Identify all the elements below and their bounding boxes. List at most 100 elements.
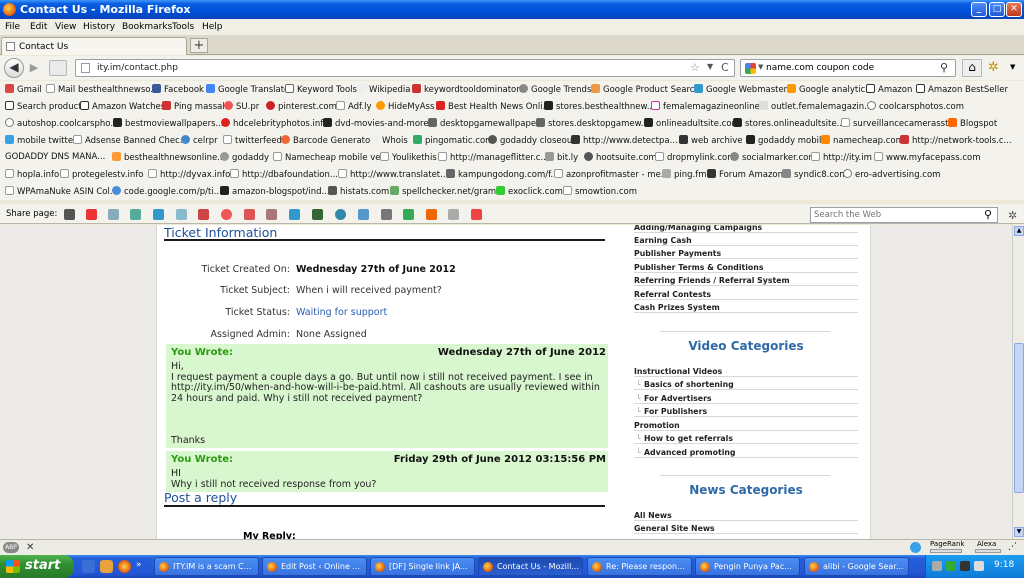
blogger-icon[interactable]: [221, 209, 232, 220]
bookmark-item[interactable]: Whois: [370, 135, 408, 146]
speaker-icon[interactable]: [974, 561, 984, 571]
maximize-button[interactable]: □: [989, 2, 1005, 17]
sidebar-link[interactable]: Adding/Managing Campaigns: [634, 225, 858, 233]
bookmark-item[interactable]: godaddy mobile: [746, 135, 827, 146]
bookmark-item[interactable]: Amazon Watches: [80, 101, 165, 112]
bookmark-item[interactable]: godaddy: [220, 152, 269, 163]
scroll-up-icon[interactable]: ▲: [1014, 226, 1024, 236]
sidebar-link[interactable]: Referral Contests: [634, 288, 858, 300]
reload-icon[interactable]: C: [721, 61, 729, 74]
share-icon[interactable]: [448, 209, 459, 220]
bookmark-item[interactable]: Google Trends: [519, 84, 591, 95]
firefox-icon[interactable]: [118, 560, 131, 573]
scrollbar-thumb[interactable]: [1014, 343, 1024, 493]
bookmark-item[interactable]: http://ity.im: [811, 152, 872, 163]
bookmark-item[interactable]: azonprofitmaster - me...: [554, 169, 669, 180]
delicious-icon[interactable]: [86, 209, 97, 220]
menu-help[interactable]: Help: [202, 22, 223, 32]
sidebar-link[interactable]: Earning Cash: [634, 234, 858, 246]
start-button[interactable]: start: [0, 555, 74, 578]
minimize-button[interactable]: _: [971, 2, 987, 17]
sidebar-subcategory[interactable]: For Publishers: [634, 405, 858, 417]
bookmark-item[interactable]: hdcelebrityphotos.info: [221, 118, 328, 129]
bookmark-item[interactable]: stores.besthealthnew...: [544, 101, 655, 112]
bookmark-item[interactable]: http://manageflitter.c...: [438, 152, 549, 163]
back-button[interactable]: ◀: [4, 58, 24, 78]
bookmark-item[interactable]: keywordtooldominator...: [412, 84, 527, 95]
taskbar-item[interactable]: alibi - Google Sear...: [804, 557, 909, 576]
close-button[interactable]: ✕: [1006, 2, 1022, 17]
bookmark-item[interactable]: Forum Amazon: [707, 169, 783, 180]
bookmark-item[interactable]: Facebook: [152, 84, 204, 95]
forward-button[interactable]: ▶: [26, 61, 42, 75]
share-icon[interactable]: [358, 209, 369, 220]
bookmark-item[interactable]: surveillancecamerasst...: [841, 118, 957, 129]
bookmark-item[interactable]: ping.fm: [662, 169, 707, 180]
window-title-bar[interactable]: Contact Us - Mozilla Firefox _ □ ✕: [0, 0, 1024, 19]
bookmark-item[interactable]: autoshop.coolcarspho...: [5, 118, 118, 129]
bookmark-item[interactable]: http://dyvax.info/: [148, 169, 233, 180]
bookmark-item[interactable]: Keyword Tools: [285, 84, 357, 95]
quicklaunch-more-icon[interactable]: »: [136, 560, 144, 573]
bookmark-item[interactable]: syndic8.com: [782, 169, 848, 180]
bookmark-item[interactable]: Google Translate: [206, 84, 289, 95]
bookmark-item[interactable]: pingomatic.com: [413, 135, 493, 146]
url-text[interactable]: ity.im/contact.php: [97, 63, 178, 73]
engine-dropdown-icon[interactable]: ▼: [758, 63, 763, 71]
bookmark-item[interactable]: protegelestv.info: [60, 169, 143, 180]
bookmark-item[interactable]: bestmoviewallpapers....: [113, 118, 226, 129]
bookmark-item[interactable]: Barcode Generator: [281, 135, 374, 146]
bookmark-item[interactable]: outlet.femalemagazin...: [759, 101, 872, 112]
bookmark-item[interactable]: GODADDY DNS MANA...: [5, 152, 105, 162]
share-icon[interactable]: [403, 209, 414, 220]
bookmark-item[interactable]: http://dbafoundation....: [230, 169, 341, 180]
sidebar-link[interactable]: Cash Prizes System: [634, 301, 858, 313]
bookmark-item[interactable]: bit.ly: [545, 152, 578, 163]
menu-view[interactable]: View: [55, 22, 76, 32]
share-icon[interactable]: [289, 209, 300, 220]
bookmark-item[interactable]: Youlikethis: [380, 152, 437, 163]
bookmark-item[interactable]: godaddy closeout: [488, 135, 576, 146]
site-identity-icon[interactable]: [49, 60, 67, 76]
bookmark-item[interactable]: Blogspot: [948, 118, 997, 129]
bookmark-item[interactable]: Wikipedia: [357, 84, 410, 95]
sidebar-category[interactable]: Promotion: [634, 419, 858, 431]
bookmark-item[interactable]: hopla.info: [5, 169, 59, 180]
sidebar-subcategory[interactable]: Basics of shortening: [634, 378, 858, 390]
menu-edit[interactable]: Edit: [30, 22, 47, 32]
bookmark-item[interactable]: socialmarker.com: [730, 152, 817, 163]
web-search-input[interactable]: [814, 210, 979, 220]
bookmark-item[interactable]: histats.com: [328, 186, 389, 197]
sidebar-subcategory[interactable]: Advanced promoting: [634, 446, 858, 458]
bookmark-item[interactable]: dropmylink.com: [655, 152, 736, 163]
bookmark-item[interactable]: stores.desktopgamew...: [536, 118, 649, 129]
bookmark-item[interactable]: dvd-movies-and-more...: [323, 118, 437, 129]
taskbar-item[interactable]: [DF] Single link JA...: [370, 557, 475, 576]
taskbar-item[interactable]: ITY.IM is a scam C...: [154, 557, 259, 576]
email-icon[interactable]: [176, 209, 187, 220]
share-icon[interactable]: [312, 209, 323, 220]
url-dropdown-icon[interactable]: ▼: [707, 62, 713, 71]
menu-history[interactable]: History: [83, 22, 115, 32]
bookmark-item[interactable]: celrpr: [181, 135, 218, 146]
sidebar-link[interactable]: Referring Friends / Referral System: [634, 274, 858, 286]
bookmark-item[interactable]: HideMyAss: [376, 101, 434, 112]
bookmark-item[interactable]: Google Webmasters: [694, 84, 792, 95]
myspace-icon[interactable]: [64, 209, 75, 220]
bookmark-item[interactable]: http://www.detectpa...: [571, 135, 678, 146]
menu-tools[interactable]: Tools: [172, 22, 194, 32]
bookmark-item[interactable]: stores.onlineadultsite....: [733, 118, 847, 129]
tray-icon[interactable]: [946, 561, 956, 571]
taskbar-item[interactable]: Edit Post ‹ Online ...: [262, 557, 367, 576]
bookmark-star-icon[interactable]: ☆: [690, 61, 700, 74]
taskbar-item-active[interactable]: Contact Us - Mozill...: [478, 557, 583, 576]
share-icon[interactable]: [266, 209, 277, 220]
new-tab-button[interactable]: +: [190, 38, 208, 53]
bookmark-item[interactable]: smowtion.com: [563, 186, 637, 197]
bookmark-item[interactable]: Google Product Search: [591, 84, 700, 95]
stumbleupon-icon[interactable]: [153, 209, 164, 220]
bookmark-item[interactable]: Adf.ly: [336, 101, 372, 112]
bookmark-item[interactable]: www.myfacepass.com: [874, 152, 981, 163]
bookmark-item[interactable]: femalemagazineonline...: [651, 101, 768, 112]
quicklaunch-icon[interactable]: [82, 560, 95, 573]
